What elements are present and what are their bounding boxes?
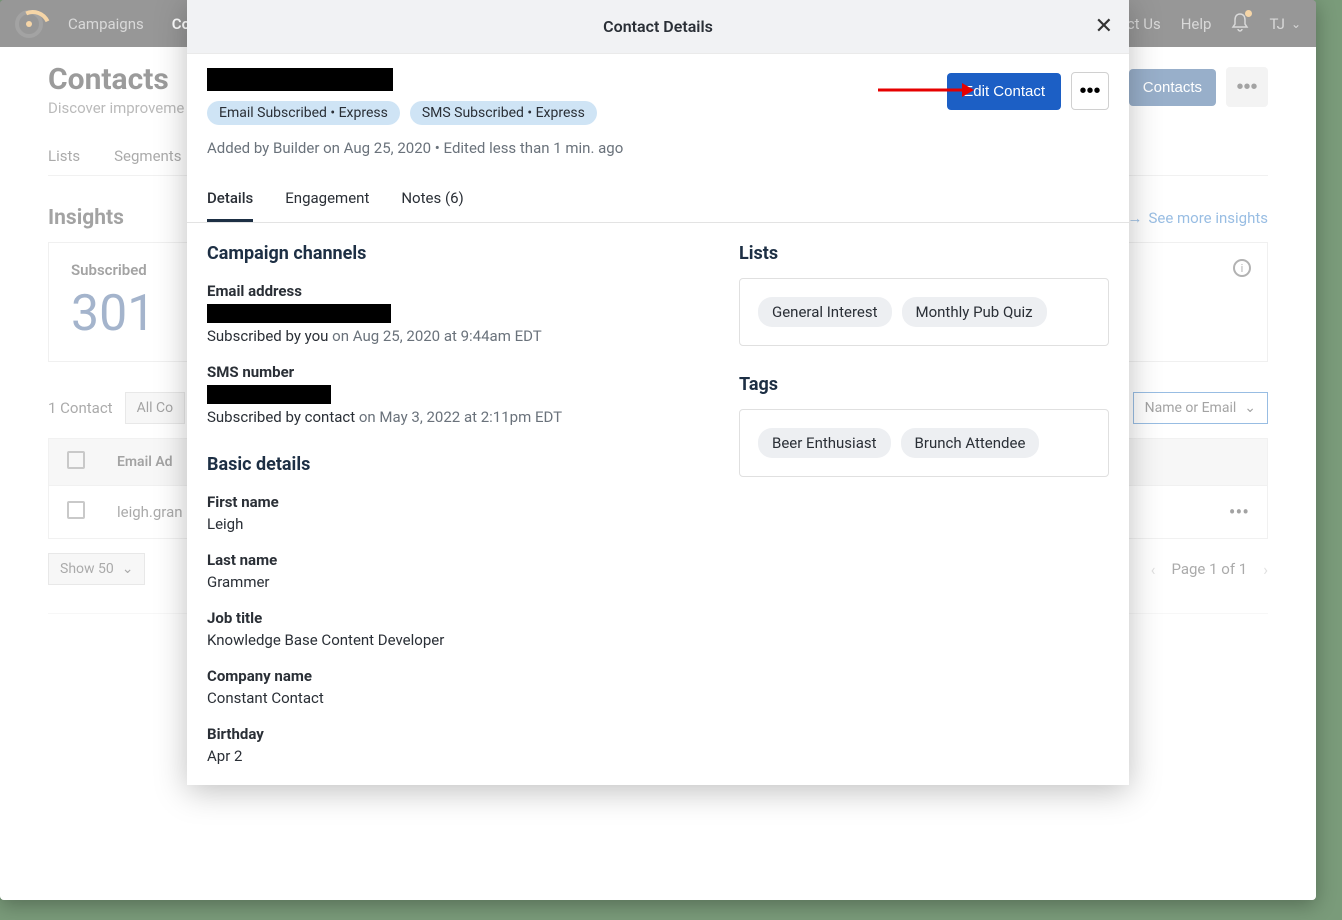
job-title-label: Job title bbox=[207, 609, 679, 627]
edit-contact-button[interactable]: Edit Contact bbox=[947, 73, 1061, 110]
sms-subscription-badge: SMS Subscribed • Express bbox=[410, 101, 597, 125]
email-address-label: Email address bbox=[207, 282, 679, 300]
contact-details-modal: Contact Details ✕ Email Subscribed • Exp… bbox=[187, 0, 1129, 785]
list-pill[interactable]: Monthly Pub Quiz bbox=[902, 297, 1047, 327]
company-name-value: Constant Contact bbox=[207, 689, 679, 707]
email-subscription-badge: Email Subscribed • Express bbox=[207, 101, 400, 125]
modal-right-column: Lists General Interest Monthly Pub Quiz … bbox=[739, 243, 1109, 765]
close-icon[interactable]: ✕ bbox=[1095, 14, 1113, 39]
last-name-label: Last name bbox=[207, 551, 679, 569]
birthday-value: Apr 2 bbox=[207, 747, 679, 765]
contact-name-redacted bbox=[207, 68, 393, 91]
tags-heading: Tags bbox=[739, 374, 1109, 395]
tab-notes[interactable]: Notes (6) bbox=[401, 179, 463, 222]
tag-pill[interactable]: Brunch Attendee bbox=[901, 428, 1040, 458]
tag-pill[interactable]: Beer Enthusiast bbox=[758, 428, 891, 458]
lists-box: General Interest Monthly Pub Quiz bbox=[739, 278, 1109, 346]
list-pill[interactable]: General Interest bbox=[758, 297, 892, 327]
modal-title: Contact Details bbox=[603, 17, 713, 36]
modal-left-column: Campaign channels Email address Subscrib… bbox=[207, 243, 679, 765]
email-redacted bbox=[207, 304, 391, 323]
contact-more-button[interactable]: ••• bbox=[1071, 72, 1109, 110]
dots-icon: ••• bbox=[1079, 80, 1100, 103]
job-title-value: Knowledge Base Content Developer bbox=[207, 631, 679, 649]
basic-details-heading: Basic details bbox=[207, 454, 679, 475]
modal-backdrop: Contact Details ✕ Email Subscribed • Exp… bbox=[0, 0, 1316, 900]
campaign-channels-heading: Campaign channels bbox=[207, 243, 679, 264]
modal-titlebar: Contact Details ✕ bbox=[187, 0, 1129, 54]
contact-meta-text: Added by Builder on Aug 25, 2020 • Edite… bbox=[207, 139, 1109, 157]
sms-subscribed-text: Subscribed by contact on May 3, 2022 at … bbox=[207, 408, 679, 426]
sms-redacted bbox=[207, 385, 331, 404]
tab-details[interactable]: Details bbox=[207, 179, 253, 222]
company-name-label: Company name bbox=[207, 667, 679, 685]
tab-engagement[interactable]: Engagement bbox=[285, 179, 369, 222]
last-name-value: Grammer bbox=[207, 573, 679, 591]
sms-number-label: SMS number bbox=[207, 363, 679, 381]
email-subscribed-text: Subscribed by you on Aug 25, 2020 at 9:4… bbox=[207, 327, 679, 345]
tags-box: Beer Enthusiast Brunch Attendee bbox=[739, 409, 1109, 477]
lists-heading: Lists bbox=[739, 243, 1109, 264]
first-name-value: Leigh bbox=[207, 515, 679, 533]
birthday-label: Birthday bbox=[207, 725, 679, 743]
first-name-label: First name bbox=[207, 493, 679, 511]
